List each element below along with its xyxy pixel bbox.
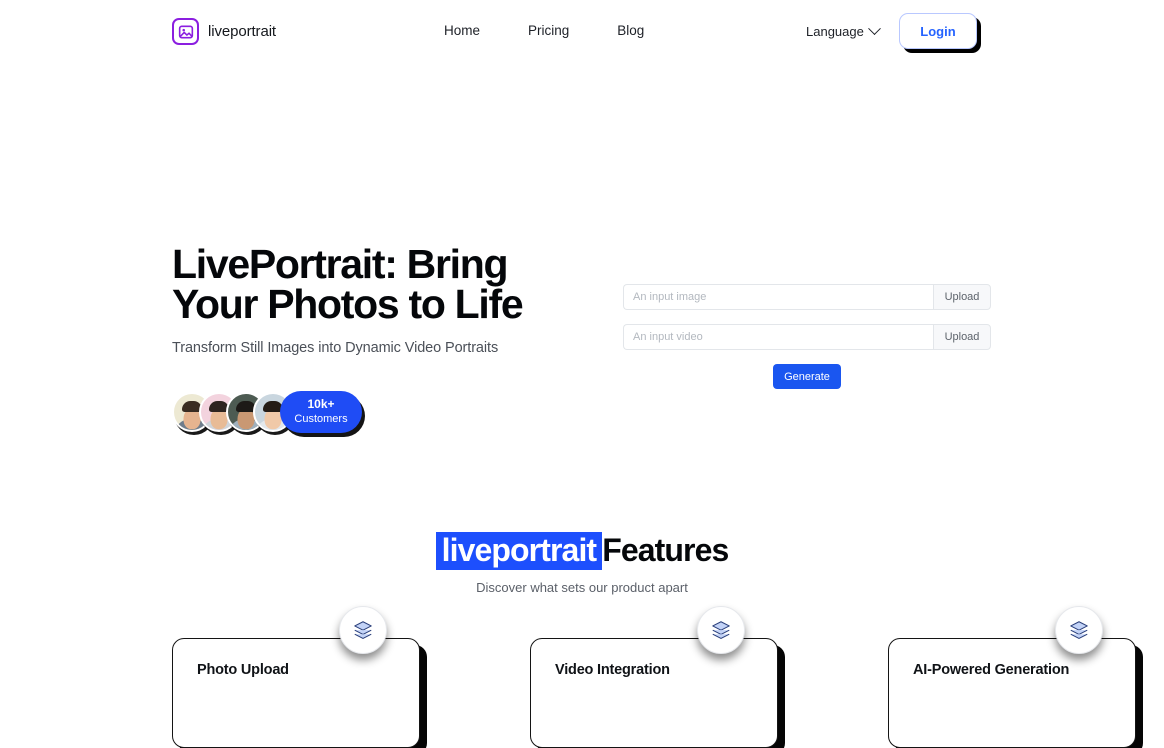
customer-label: Customers (294, 413, 348, 425)
customer-count-badge: 10k+ Customers (280, 391, 362, 433)
customer-count: 10k+ (307, 397, 335, 411)
features-header: liveportrait Features Discover what sets … (0, 530, 1164, 595)
nav-item-blog[interactable]: Blog (617, 23, 644, 38)
nav-item-home[interactable]: Home (444, 23, 480, 38)
brand-name: liveportrait (208, 23, 276, 40)
layers-icon (339, 606, 387, 654)
login-button[interactable]: Login (899, 13, 977, 49)
upload-image-button[interactable]: Upload (933, 284, 991, 310)
video-input[interactable] (623, 324, 933, 350)
layers-icon (1055, 606, 1103, 654)
language-label: Language (806, 24, 864, 39)
site-header: liveportrait Home Pricing Blog Language … (0, 0, 1164, 62)
language-selector[interactable]: Language (806, 22, 881, 39)
hero-title-line-2: Your Photos to Life (172, 281, 524, 327)
main-nav: Home Pricing Blog (444, 23, 644, 38)
features-title-highlight: liveportrait (435, 532, 603, 570)
feature-card-ai-powered-generation[interactable]: AI-Powered Generation (888, 606, 1136, 748)
image-icon (172, 18, 199, 45)
features-title: liveportrait Features (0, 530, 1164, 570)
layers-icon (697, 606, 745, 654)
page-title: LivePortrait: Bring Your Photos to Life (172, 244, 602, 327)
generate-button[interactable]: Generate (773, 364, 841, 389)
upload-video-button[interactable]: Upload (933, 324, 991, 350)
video-input-row: Upload (623, 324, 991, 350)
social-proof: 10k+ Customers (172, 389, 362, 435)
features-title-rest: Features (602, 532, 729, 568)
feature-cards: Photo Upload Video Integration AI-Powere… (172, 606, 1136, 748)
feature-card-title: Video Integration (555, 662, 670, 678)
feature-card-title: AI-Powered Generation (913, 662, 1070, 678)
feature-card-title: Photo Upload (197, 662, 289, 678)
features-subtitle: Discover what sets our product apart (476, 580, 688, 595)
image-input[interactable] (623, 284, 933, 310)
hero-subtitle: Transform Still Images into Dynamic Vide… (172, 340, 499, 356)
feature-card-video-integration[interactable]: Video Integration (530, 606, 778, 748)
chevron-down-icon (867, 22, 881, 36)
brand-logo[interactable]: liveportrait (172, 18, 276, 45)
feature-card-photo-upload[interactable]: Photo Upload (172, 606, 420, 748)
nav-item-pricing[interactable]: Pricing (528, 23, 569, 38)
generation-form: Upload Upload Generate (623, 284, 991, 389)
generate-button-wrap: Generate (623, 364, 991, 389)
image-input-row: Upload (623, 284, 991, 310)
